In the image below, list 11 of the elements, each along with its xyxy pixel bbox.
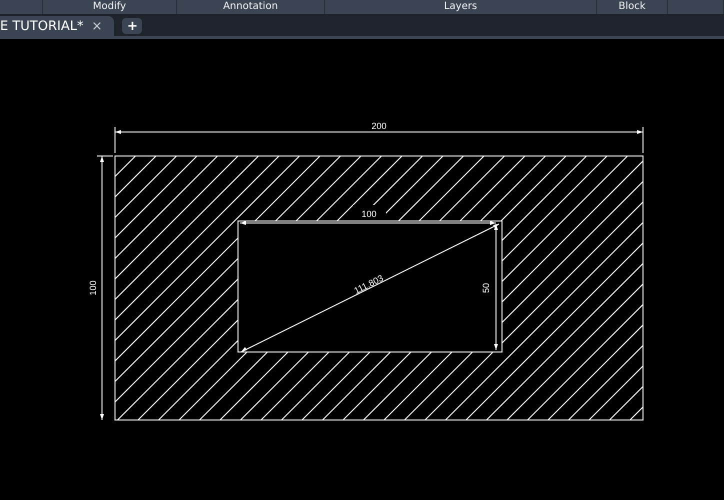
new-tab-button[interactable]: +	[122, 18, 142, 34]
ribbon-panel-title: Layers	[444, 1, 478, 13]
close-icon[interactable]: ×	[91, 18, 102, 34]
ribbon-panel-title: Modify	[92, 1, 126, 13]
dimension-text: 100	[88, 280, 98, 296]
dimension-text: 50	[481, 283, 491, 293]
dimension-text: 200	[371, 121, 387, 131]
ribbon-panel-title: Block	[618, 1, 646, 13]
dimension-text: 100	[361, 209, 377, 219]
document-tab[interactable]: E TUTORIAL* ×	[0, 16, 114, 36]
ribbon-panel-title: Annotation	[223, 1, 278, 13]
